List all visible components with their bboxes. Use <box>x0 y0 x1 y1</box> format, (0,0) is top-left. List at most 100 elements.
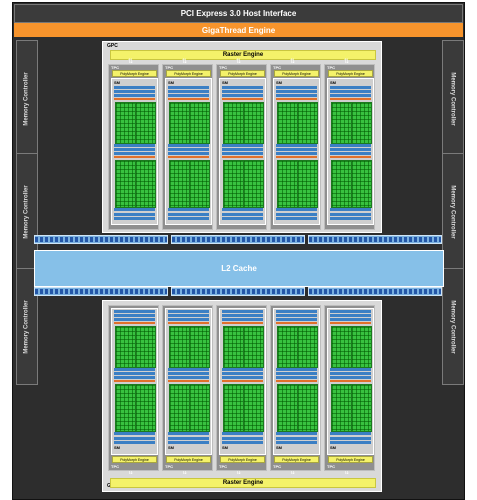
sm: SM <box>219 78 266 225</box>
cuda-core-block <box>277 102 298 144</box>
register-file <box>222 318 263 321</box>
register-file <box>114 213 155 216</box>
tpc: TPC PolyMorph Engine SM <box>270 305 321 471</box>
register-file <box>330 310 371 313</box>
register-file <box>330 213 371 216</box>
register-file <box>276 86 317 89</box>
register-file <box>276 90 317 93</box>
register-file <box>222 432 263 435</box>
gpc: GPCRaster Engine⇅TPCPolyMorph EngineSM⇅T… <box>102 300 382 492</box>
dispatch-unit <box>168 322 209 324</box>
register-file <box>222 213 263 216</box>
sm: SM <box>273 78 320 225</box>
register-file <box>168 152 209 155</box>
register-file <box>222 376 263 379</box>
cuda-core-block <box>189 384 210 432</box>
cuda-core-block <box>297 102 318 144</box>
sm: SM <box>327 78 374 225</box>
register-file <box>276 368 317 371</box>
register-file <box>168 213 209 216</box>
polymorph-engine: PolyMorph Engine <box>328 456 373 463</box>
tpc: TPC PolyMorph Engine SM <box>324 64 375 230</box>
memory-controller: Memory Controller <box>442 153 464 270</box>
sm-label: SM <box>330 80 336 85</box>
sm: SM <box>165 308 212 455</box>
dispatch-unit <box>114 156 155 158</box>
cuda-core-block <box>135 384 156 432</box>
dispatch-unit <box>222 98 263 100</box>
cuda-core-block <box>115 160 136 208</box>
memory-controller: Memory Controller <box>442 268 464 385</box>
cuda-core-block <box>189 326 210 368</box>
cuda-core-block <box>277 384 298 432</box>
dispatch-unit <box>330 380 371 382</box>
dispatch-unit <box>330 98 371 100</box>
register-file <box>222 144 263 147</box>
register-file <box>222 90 263 93</box>
register-file <box>222 86 263 89</box>
register-file <box>168 310 209 313</box>
polymorph-engine: PolyMorph Engine <box>274 70 319 77</box>
sm-label: SM <box>222 445 228 450</box>
register-file <box>276 208 317 211</box>
memory-controller-label: Memory Controller <box>450 299 456 354</box>
register-file <box>168 148 209 151</box>
register-file <box>330 432 371 435</box>
l2-crossbar-top <box>34 235 442 244</box>
sm: SM <box>111 308 158 455</box>
register-file <box>222 310 263 313</box>
tpc: TPC PolyMorph Engine SM <box>162 64 213 230</box>
register-file <box>330 152 371 155</box>
register-file <box>330 376 371 379</box>
register-file <box>168 144 209 147</box>
sm-label: SM <box>330 445 336 450</box>
cuda-core-block <box>351 102 372 144</box>
gpc: GPCRaster Engine⇅TPCPolyMorph EngineSM⇅T… <box>102 41 382 233</box>
register-file <box>330 90 371 93</box>
register-file <box>330 217 371 220</box>
polymorph-engine: PolyMorph Engine <box>220 456 265 463</box>
register-file <box>114 314 155 317</box>
cuda-core-block <box>331 102 352 144</box>
register-file <box>330 86 371 89</box>
register-file <box>168 318 209 321</box>
dispatch-unit <box>114 380 155 382</box>
tpc-label: TPC <box>219 464 227 469</box>
memory-controller-label: Memory Controller <box>450 184 456 239</box>
cuda-core-block <box>189 160 210 208</box>
cuda-core-block <box>223 160 244 208</box>
cuda-core-block <box>297 326 318 368</box>
polymorph-engine: PolyMorph Engine <box>220 70 265 77</box>
register-file <box>114 94 155 97</box>
register-file <box>222 437 263 440</box>
cuda-core-block <box>297 384 318 432</box>
register-file <box>222 148 263 151</box>
dispatch-unit <box>114 98 155 100</box>
pcie-host-interface: PCI Express 3.0 Host Interface <box>14 4 463 23</box>
register-file <box>168 86 209 89</box>
register-file <box>330 437 371 440</box>
register-file <box>330 144 371 147</box>
cuda-core-block <box>331 160 352 208</box>
sm: SM <box>111 78 158 225</box>
l2-slice <box>171 287 305 296</box>
polymorph-engine: PolyMorph Engine <box>112 456 157 463</box>
dispatch-unit <box>114 322 155 324</box>
cuda-core-block <box>189 102 210 144</box>
cuda-core-block <box>297 160 318 208</box>
tpc: TPC PolyMorph Engine SM <box>162 305 213 471</box>
register-file <box>276 310 317 313</box>
register-file <box>222 208 263 211</box>
register-file <box>168 372 209 375</box>
dispatch-unit <box>276 98 317 100</box>
register-file <box>330 372 371 375</box>
register-file <box>114 432 155 435</box>
polymorph-engine: PolyMorph Engine <box>166 70 211 77</box>
register-file <box>276 318 317 321</box>
register-file <box>114 441 155 444</box>
register-file <box>168 90 209 93</box>
dispatch-unit <box>276 156 317 158</box>
cuda-core-block <box>223 384 244 432</box>
register-file <box>222 372 263 375</box>
sm-label: SM <box>114 80 120 85</box>
